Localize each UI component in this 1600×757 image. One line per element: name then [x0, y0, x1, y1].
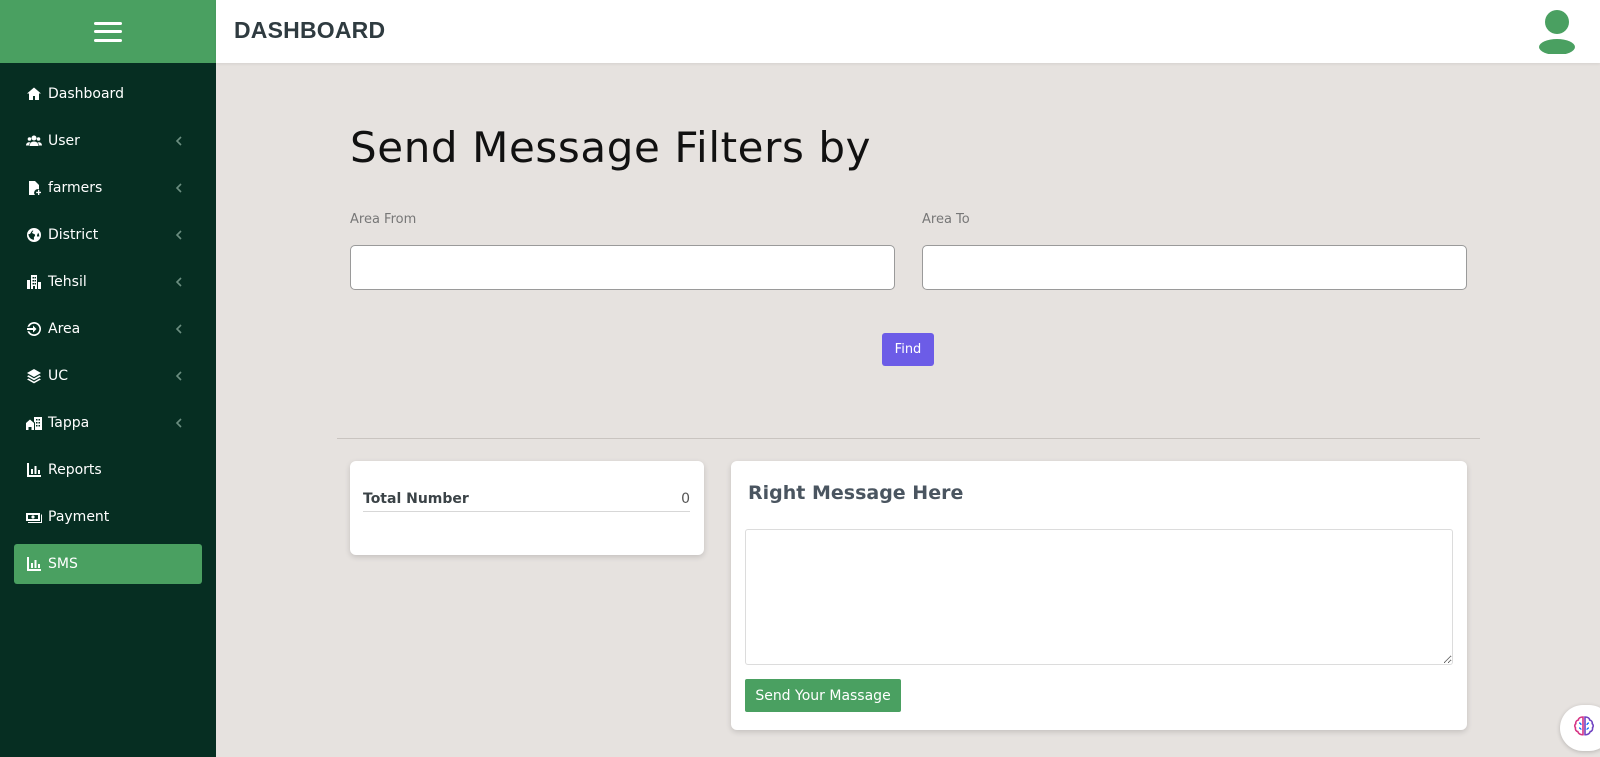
top-header: DASHBOARD — [216, 0, 1600, 63]
money-icon — [25, 508, 43, 526]
find-button[interactable]: Find — [882, 333, 934, 366]
sidebar-item-reports[interactable]: Reports — [14, 450, 202, 490]
file-plus-icon — [25, 179, 43, 197]
city-icon — [25, 414, 43, 432]
home-icon — [25, 85, 43, 103]
section-divider — [337, 438, 1480, 439]
sidebar-item-tappa[interactable]: Tappa — [14, 403, 202, 443]
building-icon — [25, 273, 43, 291]
total-number-value: 0 — [681, 490, 690, 507]
sidebar-item-district[interactable]: District — [14, 215, 202, 255]
user-avatar-icon[interactable] — [1538, 9, 1576, 55]
total-number-card: Total Number 0 — [350, 461, 704, 555]
sidebar-item-tehsil[interactable]: Tehsil — [14, 262, 202, 302]
bar-chart-icon — [25, 461, 43, 479]
message-card: Right Message Here Send Your Massage — [731, 461, 1467, 730]
sidebar-item-sms[interactable]: SMS — [14, 544, 202, 584]
sidebar-item-label: SMS — [48, 556, 78, 572]
sidebar-item-payment[interactable]: Payment — [14, 497, 202, 537]
layers-icon — [25, 367, 43, 385]
total-number-row: Total Number 0 — [363, 486, 690, 512]
sidebar-item-farmers[interactable]: farmers — [14, 168, 202, 208]
message-card-title: Right Message Here — [748, 482, 964, 504]
chevron-left-icon — [172, 275, 186, 289]
sidebar-item-dashboard[interactable]: Dashboard — [14, 74, 202, 114]
area-to-label: Area To — [922, 212, 970, 227]
chevron-left-icon — [172, 416, 186, 430]
chevron-left-icon — [172, 134, 186, 148]
bar-chart-icon — [25, 555, 43, 573]
sidebar-item-label: User — [48, 133, 80, 149]
sidebar-nav: Dashboard User farmers District Tehsil A… — [0, 63, 216, 584]
sidebar: Dashboard User farmers District Tehsil A… — [0, 0, 216, 757]
area-to-input[interactable] — [922, 245, 1467, 290]
page-header-title: DASHBOARD — [234, 17, 386, 43]
sidebar-header — [0, 0, 216, 63]
chevron-left-icon — [172, 181, 186, 195]
sidebar-item-area[interactable]: Area — [14, 309, 202, 349]
sidebar-item-label: Area — [48, 321, 81, 337]
sidebar-item-label: Payment — [48, 509, 110, 525]
sidebar-item-label: Tehsil — [48, 274, 87, 290]
page-title: Send Message Filters by — [350, 123, 872, 172]
send-message-button[interactable]: Send Your Massage — [745, 679, 901, 712]
area-from-label: Area From — [350, 212, 417, 227]
brain-icon — [1572, 714, 1596, 742]
message-textarea[interactable] — [745, 529, 1453, 665]
sidebar-item-label: District — [48, 227, 99, 243]
chevron-left-icon — [172, 228, 186, 242]
chevron-left-icon — [172, 322, 186, 336]
hamburger-menu-icon[interactable] — [94, 21, 122, 42]
area-from-input[interactable] — [350, 245, 895, 290]
sidebar-item-label: Tappa — [48, 415, 90, 431]
sidebar-item-label: Dashboard — [48, 86, 124, 102]
chevron-left-icon — [172, 369, 186, 383]
sidebar-item-label: Reports — [48, 462, 102, 478]
sidebar-item-user[interactable]: User — [14, 121, 202, 161]
users-icon — [25, 132, 43, 150]
sidebar-item-label: farmers — [48, 180, 103, 196]
globe-icon — [25, 226, 43, 244]
total-number-label: Total Number — [363, 490, 469, 507]
sidebar-item-uc[interactable]: UC — [14, 356, 202, 396]
sidebar-item-label: UC — [48, 368, 69, 384]
sign-in-icon — [25, 320, 43, 338]
assistant-widget[interactable] — [1560, 705, 1600, 751]
